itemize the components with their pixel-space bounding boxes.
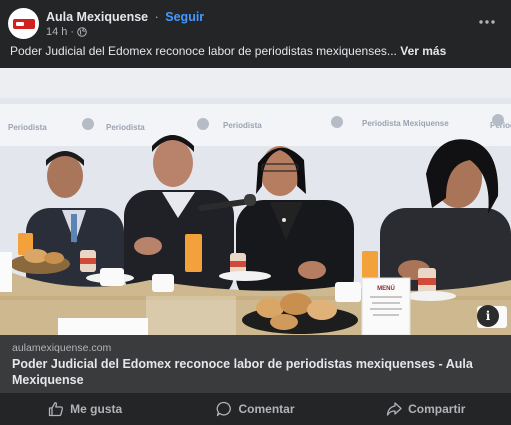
- glass-panel: [146, 296, 236, 335]
- like-label: Me gusta: [70, 402, 123, 416]
- caption-text: Poder Judicial del Edomex reconoce labor…: [10, 44, 397, 58]
- post-meta: 14 h ·: [46, 26, 87, 38]
- info-icon[interactable]: i: [477, 305, 499, 327]
- banner-text-4: Periodista Mexiquense: [362, 119, 449, 128]
- napkin-card: [0, 252, 12, 292]
- menu-card-title: MENÚ: [377, 285, 395, 292]
- page-name-row: Aula Mexiquense · Seguir: [46, 10, 204, 24]
- link-title[interactable]: Poder Judicial del Edomex reconoce labor…: [12, 356, 492, 388]
- page-name[interactable]: Aula Mexiquense: [46, 10, 148, 24]
- name-separator: ·: [154, 10, 159, 24]
- comment-button[interactable]: Comentar: [170, 393, 340, 425]
- photo-illustration: Periodista Periodista Periodista Periodi…: [0, 68, 511, 335]
- link-preview[interactable]: aulamexiquense.com Poder Judicial del Ed…: [0, 335, 511, 393]
- banner-text-1: Periodista: [8, 123, 47, 132]
- globe-icon: [77, 27, 87, 37]
- share-icon: [386, 402, 402, 416]
- place-card: [58, 318, 148, 335]
- more-icon: [479, 20, 495, 24]
- like-icon: [49, 402, 64, 417]
- post-time[interactable]: 14 h: [46, 26, 67, 38]
- more-options-button[interactable]: [475, 12, 499, 32]
- post-photo[interactable]: Periodista Periodista Periodista Periodi…: [0, 68, 511, 335]
- meta-separator: ·: [70, 26, 75, 38]
- banner-text-3: Periodista: [223, 121, 262, 130]
- see-more-link[interactable]: Ver más: [400, 44, 446, 58]
- post-caption: Poder Judicial del Edomex reconoce labor…: [10, 44, 446, 58]
- avatar-logo-mark: [12, 18, 35, 29]
- link-domain: aulamexiquense.com: [12, 342, 112, 354]
- comment-label: Comentar: [238, 402, 295, 416]
- share-label: Compartir: [408, 402, 466, 416]
- like-button[interactable]: Me gusta: [0, 393, 170, 425]
- action-bar: Me gusta Comentar Compartir: [0, 393, 511, 425]
- share-button[interactable]: Compartir: [341, 393, 511, 425]
- banner-text-2: Periodista: [106, 123, 145, 132]
- post-header: Aula Mexiquense · Seguir 14 h ·: [0, 0, 511, 46]
- menu-card: MENÚ: [361, 277, 411, 335]
- page-avatar[interactable]: [8, 8, 39, 39]
- comment-icon: [217, 401, 232, 417]
- follow-button[interactable]: Seguir: [165, 10, 204, 24]
